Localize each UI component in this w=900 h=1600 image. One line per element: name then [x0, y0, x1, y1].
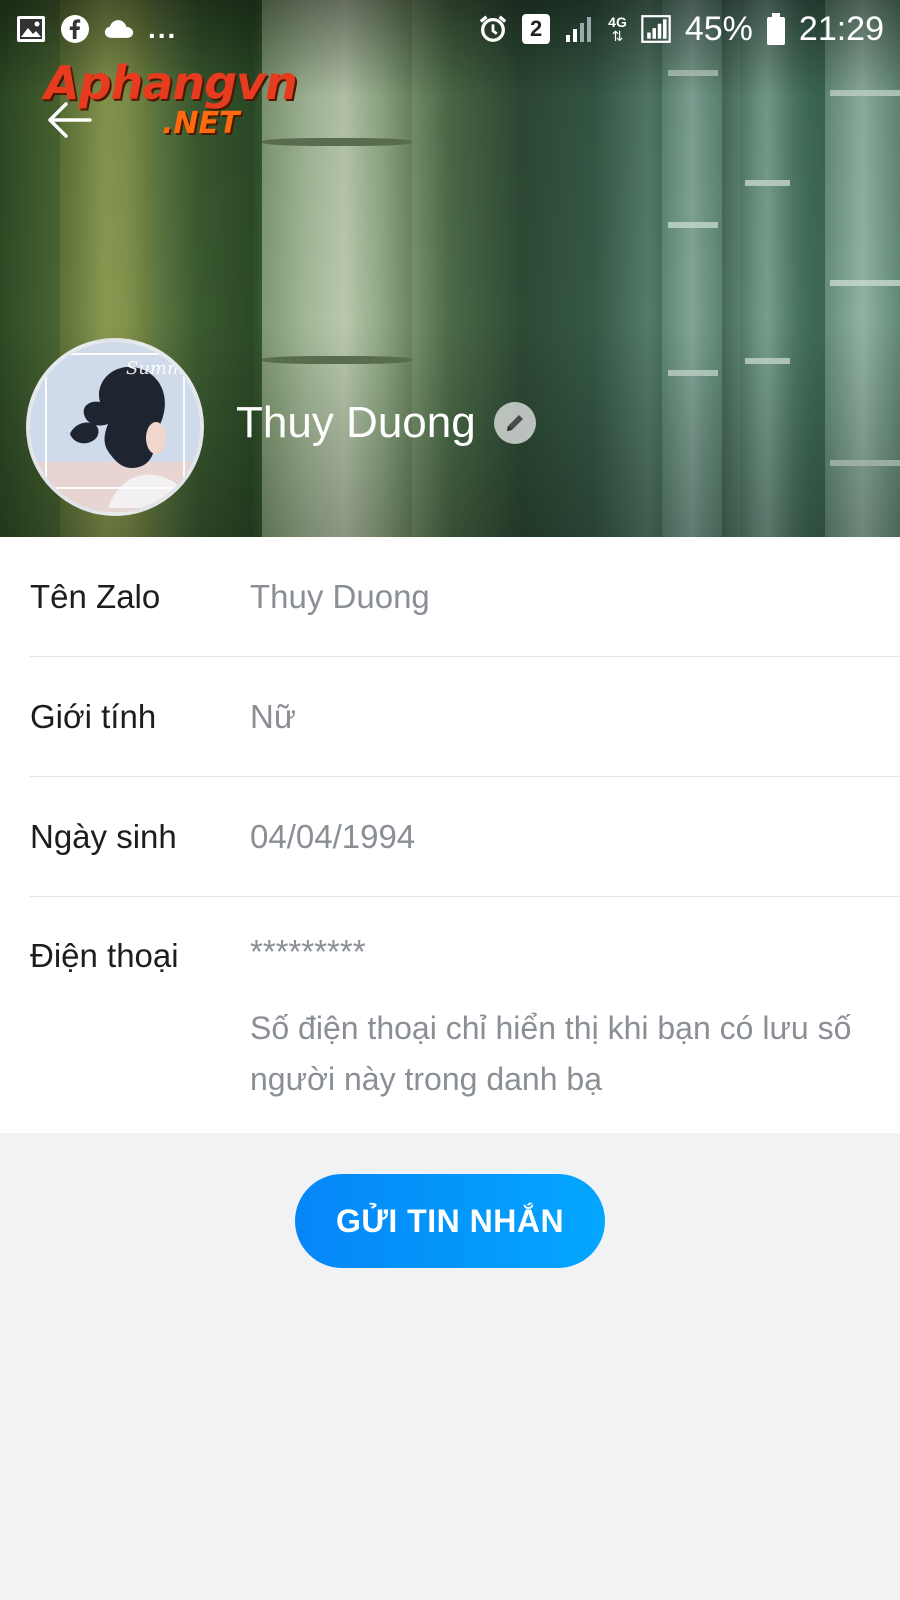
info-value: Nữ	[250, 697, 296, 735]
info-row-birthday: Ngày sinh 04/04/1994	[30, 777, 900, 897]
info-value: 04/04/1994	[250, 817, 416, 855]
back-button[interactable]	[42, 96, 96, 144]
avatar-photo: Summer	[30, 342, 200, 512]
profile-name-row: Thuy Duong	[236, 398, 536, 448]
cloud-icon	[104, 14, 134, 44]
profile-name: Thuy Duong	[236, 398, 476, 447]
status-bar: ... 2 4G ⇅ 45% 21:29	[0, 0, 900, 58]
network-type: 4G ⇅	[608, 15, 627, 43]
alarm-icon	[478, 14, 508, 44]
sim-badge: 2	[522, 14, 551, 44]
arrow-left-icon	[48, 102, 92, 138]
info-label: Giới tính	[30, 697, 157, 735]
info-value: Thuy Duong	[250, 577, 430, 615]
edit-name-button[interactable]	[493, 402, 536, 444]
info-row-gender: Giới tính Nữ	[30, 657, 900, 777]
pencil-icon	[506, 415, 523, 431]
battery-percent: 45%	[684, 9, 753, 48]
phone-privacy-note: Số điện thoại chỉ hiển thị khi bạn có lư…	[250, 1010, 852, 1097]
info-label: Điện thoại	[30, 937, 179, 974]
network-label: 4G	[608, 14, 627, 30]
notification-overflow: ...	[148, 13, 178, 44]
avatar[interactable]: Summer	[26, 338, 204, 516]
info-label: Ngày sinh	[30, 817, 177, 855]
profile-info-panel: Tên Zalo Thuy Duong Giới tính Nữ Ngày si…	[0, 537, 900, 1133]
sim-badge-number: 2	[530, 16, 543, 41]
image-icon	[16, 14, 46, 44]
info-label: Tên Zalo	[30, 577, 161, 615]
signal-icon	[564, 14, 594, 44]
watermark-sub-text: .NET	[162, 106, 240, 141]
battery-icon	[766, 13, 785, 45]
info-row-phone: Điện thoại ********* Số điện thoại chỉ h…	[30, 897, 900, 1133]
info-row-zalo-name: Tên Zalo Thuy Duong	[30, 537, 900, 657]
data-arrows-icon: ⇅	[611, 28, 624, 44]
clock: 21:29	[798, 9, 884, 48]
info-value: *********	[250, 933, 366, 970]
facebook-icon	[60, 14, 90, 44]
signal-strength-icon	[641, 14, 671, 44]
send-message-button[interactable]: GỬI TIN NHẮN	[295, 1174, 605, 1268]
